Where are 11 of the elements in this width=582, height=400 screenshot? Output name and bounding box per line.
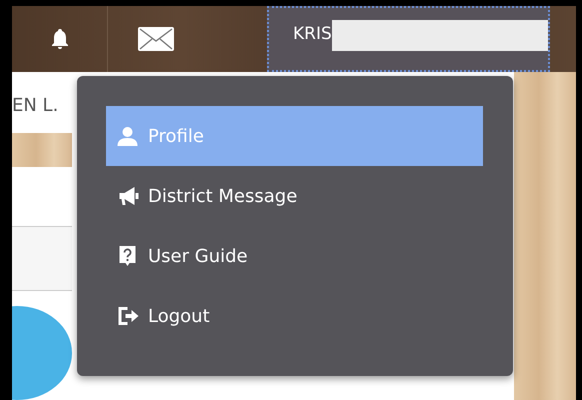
bell-icon[interactable] — [50, 28, 68, 50]
name-text: EN L. — [12, 94, 58, 118]
menu-item[interactable]: User Guide — [106, 226, 483, 286]
user-name: KRIS — [293, 23, 332, 46]
user-menu-button[interactable]: KRIS — [267, 6, 550, 72]
logout-icon — [116, 305, 140, 327]
menu-item[interactable]: Logout — [106, 286, 483, 346]
person-icon — [116, 125, 140, 147]
envelope-icon[interactable] — [136, 26, 174, 52]
wood-panel — [12, 132, 72, 167]
menu-item[interactable]: District Message — [106, 166, 483, 226]
